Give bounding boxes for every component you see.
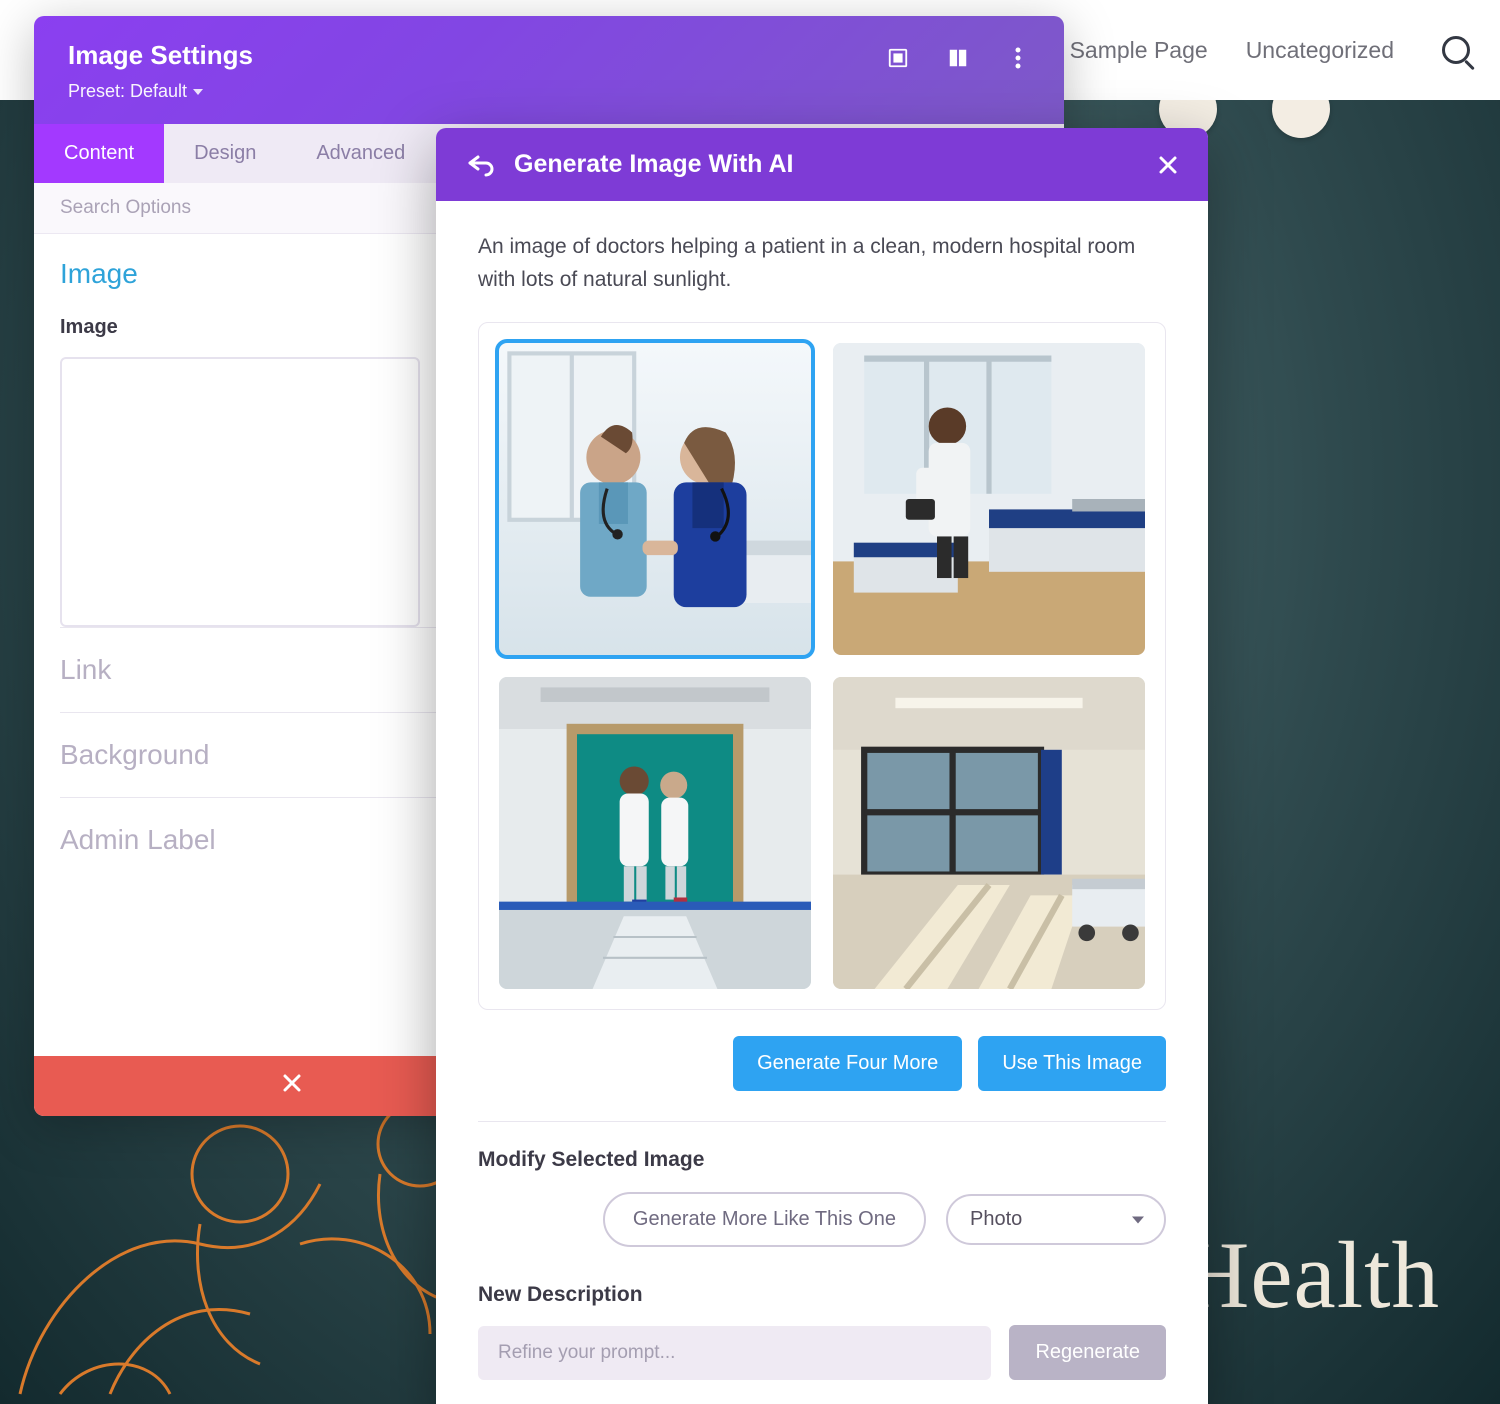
back-icon[interactable]	[466, 153, 494, 177]
regenerate-button[interactable]: Regenerate	[1009, 1325, 1166, 1380]
refine-prompt-input[interactable]	[478, 1326, 991, 1380]
generate-four-more-button[interactable]: Generate Four More	[733, 1036, 962, 1091]
ai-modal-title: Generate Image With AI	[514, 150, 793, 179]
chevron-down-icon	[193, 89, 203, 95]
ai-image-option-2[interactable]	[833, 343, 1145, 655]
kebab-menu-icon[interactable]	[1006, 46, 1030, 70]
settings-header: Image Settings Preset: Default	[34, 16, 1064, 124]
image-dropzone[interactable]	[60, 357, 420, 627]
ai-image-option-4[interactable]	[833, 677, 1145, 989]
preset-label: Preset: Default	[68, 81, 187, 102]
close-modal-icon[interactable]	[1158, 155, 1178, 175]
preset-dropdown[interactable]: Preset: Default	[68, 81, 253, 102]
tab-design[interactable]: Design	[164, 124, 286, 183]
nav-item-sample-page[interactable]: Sample Page	[1070, 37, 1208, 64]
style-select[interactable]: Photo	[946, 1194, 1166, 1245]
ai-prompt-text: An image of doctors helping a patient in…	[478, 231, 1166, 296]
refine-row: Regenerate	[478, 1325, 1166, 1380]
tab-content[interactable]: Content	[34, 124, 164, 183]
modify-selected-title: Modify Selected Image	[478, 1148, 1166, 1172]
use-this-image-button[interactable]: Use This Image	[978, 1036, 1166, 1091]
generate-image-ai-modal: Generate Image With AI An image of docto…	[436, 128, 1208, 1404]
ai-image-grid	[478, 322, 1166, 1010]
settings-title: Image Settings	[68, 40, 253, 71]
ai-image-option-3[interactable]	[499, 677, 811, 989]
ai-modal-header: Generate Image With AI	[436, 128, 1208, 201]
close-icon	[282, 1073, 302, 1099]
search-icon[interactable]	[1442, 36, 1470, 64]
more-like-this-button[interactable]: Generate More Like This One	[603, 1192, 926, 1247]
ai-image-option-1[interactable]	[499, 343, 811, 655]
columns-icon[interactable]	[946, 46, 970, 70]
ai-primary-actions: Generate Four More Use This Image	[478, 1036, 1166, 1122]
style-select-value: Photo	[970, 1208, 1022, 1230]
nav-item-uncategorized[interactable]: Uncategorized	[1246, 37, 1394, 64]
ai-modal-body: An image of doctors helping a patient in…	[436, 201, 1208, 1404]
tab-advanced[interactable]: Advanced	[286, 124, 435, 183]
new-description-title: New Description	[478, 1283, 1166, 1307]
modify-row: Generate More Like This One Photo	[478, 1192, 1166, 1247]
expand-icon[interactable]	[886, 46, 910, 70]
